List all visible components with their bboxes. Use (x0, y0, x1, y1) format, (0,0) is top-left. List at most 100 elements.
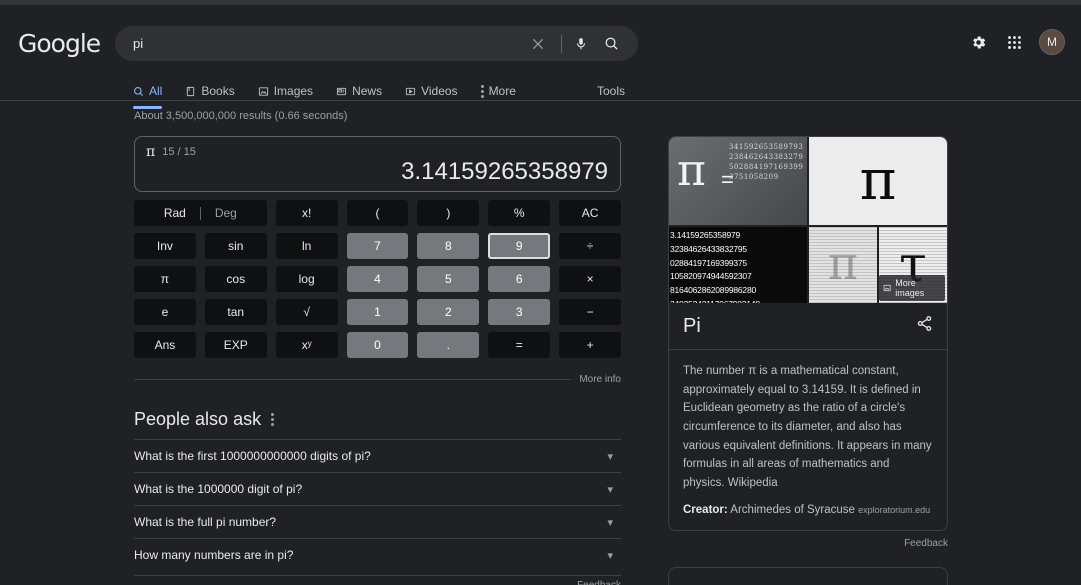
news-icon (336, 87, 347, 95)
deg-label[interactable]: Deg (201, 206, 251, 220)
apps-grid-icon[interactable] (1003, 31, 1025, 53)
calculator-key-8[interactable]: 8 (417, 233, 480, 259)
close-icon[interactable] (525, 31, 551, 57)
search-input[interactable] (133, 36, 525, 51)
calculator-key-0[interactable]: 0 (346, 332, 409, 358)
paa-question-4-label: How many numbers are in pi? (134, 548, 294, 562)
kp-image-manuscript[interactable]: π (809, 227, 877, 303)
calculator-key-open-paren[interactable]: ( (346, 200, 409, 226)
calculator-key-pi[interactable]: π (134, 266, 196, 292)
calculator-key-sqrt[interactable]: √ (275, 299, 338, 325)
handwritten-digits: 3415926535897932384626433832795028841971… (729, 143, 804, 182)
calculator-key-percent[interactable]: % (488, 200, 551, 226)
calculator-display: π 15 / 15 3.14159265358979 (134, 136, 621, 192)
calculator-key-power[interactable]: xʸ (275, 332, 338, 358)
knowledge-panel-description-text: The number π is a mathematical constant,… (683, 365, 932, 489)
tab-images-label: Images (273, 84, 314, 98)
pi-digit-line-3: 02884197169399375 (670, 257, 747, 268)
kp-image-pi-digits[interactable]: 3.14159265358979 32384626433832795 02884… (669, 227, 807, 303)
tab-books[interactable]: Books (185, 77, 235, 105)
rad-label[interactable]: Rad (150, 206, 200, 220)
calculator-key-2[interactable]: 2 (417, 299, 480, 325)
search-icon[interactable] (598, 31, 624, 57)
main-results-column: π 15 / 15 3.14159265358979 Rad Deg x! ( … (134, 136, 624, 585)
tab-all-label: All (149, 84, 163, 98)
knowledge-panel-feedback-link[interactable]: Feedback (668, 538, 948, 549)
pi-digit-line-6: 34825342117067982148 (670, 298, 807, 303)
tab-images[interactable]: Images (258, 77, 313, 105)
tab-videos[interactable]: Videos (405, 77, 458, 105)
calculator-key-inv[interactable]: Inv (134, 233, 196, 259)
calculator-key-log[interactable]: log (275, 266, 338, 292)
calculator-key-7[interactable]: 7 (346, 233, 409, 259)
calculator-key-minus[interactable]: − (559, 299, 621, 325)
kp-image-pi-plain[interactable]: π (809, 137, 947, 225)
search-bar[interactable] (115, 26, 638, 61)
paa-question-3-label: What is the full pi number? (134, 515, 277, 529)
knowledge-panel-image-collage[interactable]: π = 341592653589793238462643383279502884… (669, 137, 947, 303)
tab-all[interactable]: All (133, 77, 163, 109)
kebab-icon[interactable] (271, 413, 275, 426)
creator-value: Archimedes of Syracuse (730, 504, 855, 517)
gear-icon[interactable] (967, 31, 989, 53)
knowledge-panel-header: Pi (669, 303, 947, 350)
google-logo[interactable]: Google (18, 29, 101, 58)
tab-news[interactable]: News (336, 77, 382, 105)
calculator-key-factorial[interactable]: x! (275, 200, 338, 226)
calculator-widget: π 15 / 15 3.14159265358979 Rad Deg x! ( … (134, 136, 621, 385)
calculator-key-4[interactable]: 4 (346, 266, 409, 292)
calculator-key-9[interactable]: 9 (488, 233, 551, 259)
paa-question-1[interactable]: What is the first 1000000000000 digits o… (134, 439, 621, 472)
paa-question-4[interactable]: How many numbers are in pi? ▾ (134, 538, 621, 571)
pi-symbol: π (677, 145, 706, 196)
knowledge-panel-description: The number π is a mathematical constant,… (669, 350, 947, 530)
divider (134, 379, 572, 380)
paa-question-3[interactable]: What is the full pi number? ▾ (134, 505, 621, 538)
calculator-footer: More info (134, 374, 621, 385)
calculator-key-sin[interactable]: sin (204, 233, 267, 259)
pi-symbol: π (859, 147, 897, 213)
tools-button[interactable]: Tools (597, 77, 625, 105)
calculator-key-close-paren[interactable]: ) (417, 200, 480, 226)
calculator-key-ac[interactable]: AC (559, 200, 621, 226)
calculator-result: 3.14159265358979 (401, 158, 608, 185)
calculator-key-1[interactable]: 1 (346, 299, 409, 325)
calculator-key-tan[interactable]: tan (204, 299, 267, 325)
calculator-key-6[interactable]: 6 (488, 266, 551, 292)
calculator-key-multiply[interactable]: × (559, 266, 621, 292)
calculator-key-plus[interactable]: + (559, 332, 621, 358)
avatar[interactable]: M (1039, 29, 1065, 55)
microphone-icon[interactable] (568, 31, 594, 57)
people-also-ask-header: People also ask (134, 409, 621, 439)
calculator-key-e[interactable]: e (134, 299, 196, 325)
calculator-key-divide[interactable]: ÷ (559, 233, 621, 259)
calculator-key-exp[interactable]: EXP (204, 332, 267, 358)
calculator-key-ans[interactable]: Ans (134, 332, 196, 358)
kp-image-tau[interactable]: τ More images (879, 227, 947, 303)
tab-videos-label: Videos (421, 84, 458, 98)
kp-image-pi-equation[interactable]: π = 341592653589793238462643383279502884… (669, 137, 807, 225)
image-icon (883, 284, 891, 292)
tab-more[interactable]: More (480, 77, 516, 105)
calculator-key-5[interactable]: 5 (417, 266, 480, 292)
calculator-key-equals[interactable]: = (488, 332, 551, 358)
chevron-down-icon: ▾ (607, 483, 613, 496)
chevron-down-icon: ▾ (607, 549, 613, 562)
kebab-icon (480, 84, 484, 98)
calculator-digit-counter: 15 / 15 (162, 146, 196, 158)
more-images-button[interactable]: More images (879, 275, 945, 301)
paa-question-2[interactable]: What is the 1000000 digit of pi? ▾ (134, 472, 621, 505)
people-also-ask: People also ask What is the first 100000… (134, 409, 621, 585)
paa-question-1-label: What is the first 1000000000000 digits o… (134, 449, 371, 463)
search-tabs: All Books Images News Videos More (133, 77, 516, 109)
share-icon[interactable] (916, 315, 933, 337)
more-info-link[interactable]: More info (579, 374, 621, 385)
chevron-down-icon: ▾ (607, 450, 613, 463)
paa-feedback-link[interactable]: Feedback (134, 575, 621, 585)
calculator-key-3[interactable]: 3 (488, 299, 551, 325)
calculator-key-ln[interactable]: ln (275, 233, 338, 259)
calculator-key-cos[interactable]: cos (204, 266, 267, 292)
pi-digit-line-5: 8164062862089986280 (670, 285, 757, 296)
calculator-key-decimal[interactable]: . (417, 332, 480, 358)
calculator-key-rad-deg[interactable]: Rad Deg (134, 200, 267, 226)
